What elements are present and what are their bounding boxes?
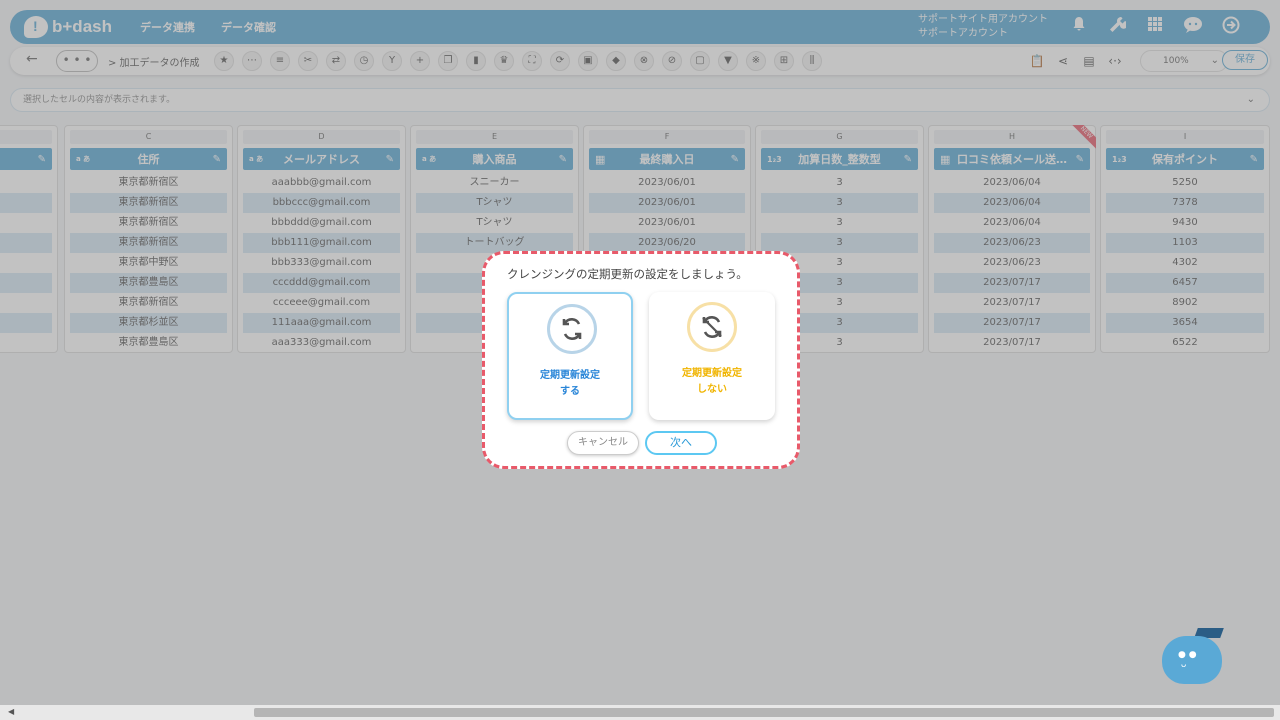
option-yes-line2: する — [560, 386, 580, 397]
next-button[interactable]: 次へ — [645, 431, 717, 455]
option-disable-schedule[interactable]: 定期更新設定 しない — [649, 292, 775, 420]
cancel-button[interactable]: キャンセル — [567, 431, 639, 455]
option-yes-line1: 定期更新設定 — [540, 370, 600, 381]
dialog-title: クレンジングの定期更新の設定をしましょう。 — [507, 267, 748, 281]
schedule-update-dialog: クレンジングの定期更新の設定をしましょう。 定期更新設定 する 定期更新設定 し… — [482, 251, 800, 469]
option-no-line2: しない — [697, 384, 727, 395]
mascot-face-icon: ● ● ᴗ — [1178, 650, 1197, 670]
horizontal-scrollbar[interactable]: ◀ — [0, 705, 1280, 720]
option-enable-schedule[interactable]: 定期更新設定 する — [507, 292, 633, 420]
refresh-icon — [547, 304, 597, 354]
scrollbar-thumb[interactable] — [254, 708, 1274, 717]
scroll-left-arrow-icon[interactable]: ◀ — [8, 707, 14, 716]
option-no-line1: 定期更新設定 — [682, 368, 742, 379]
no-refresh-icon — [687, 302, 737, 352]
assistant-mascot[interactable]: ● ● ᴗ — [1160, 628, 1226, 688]
